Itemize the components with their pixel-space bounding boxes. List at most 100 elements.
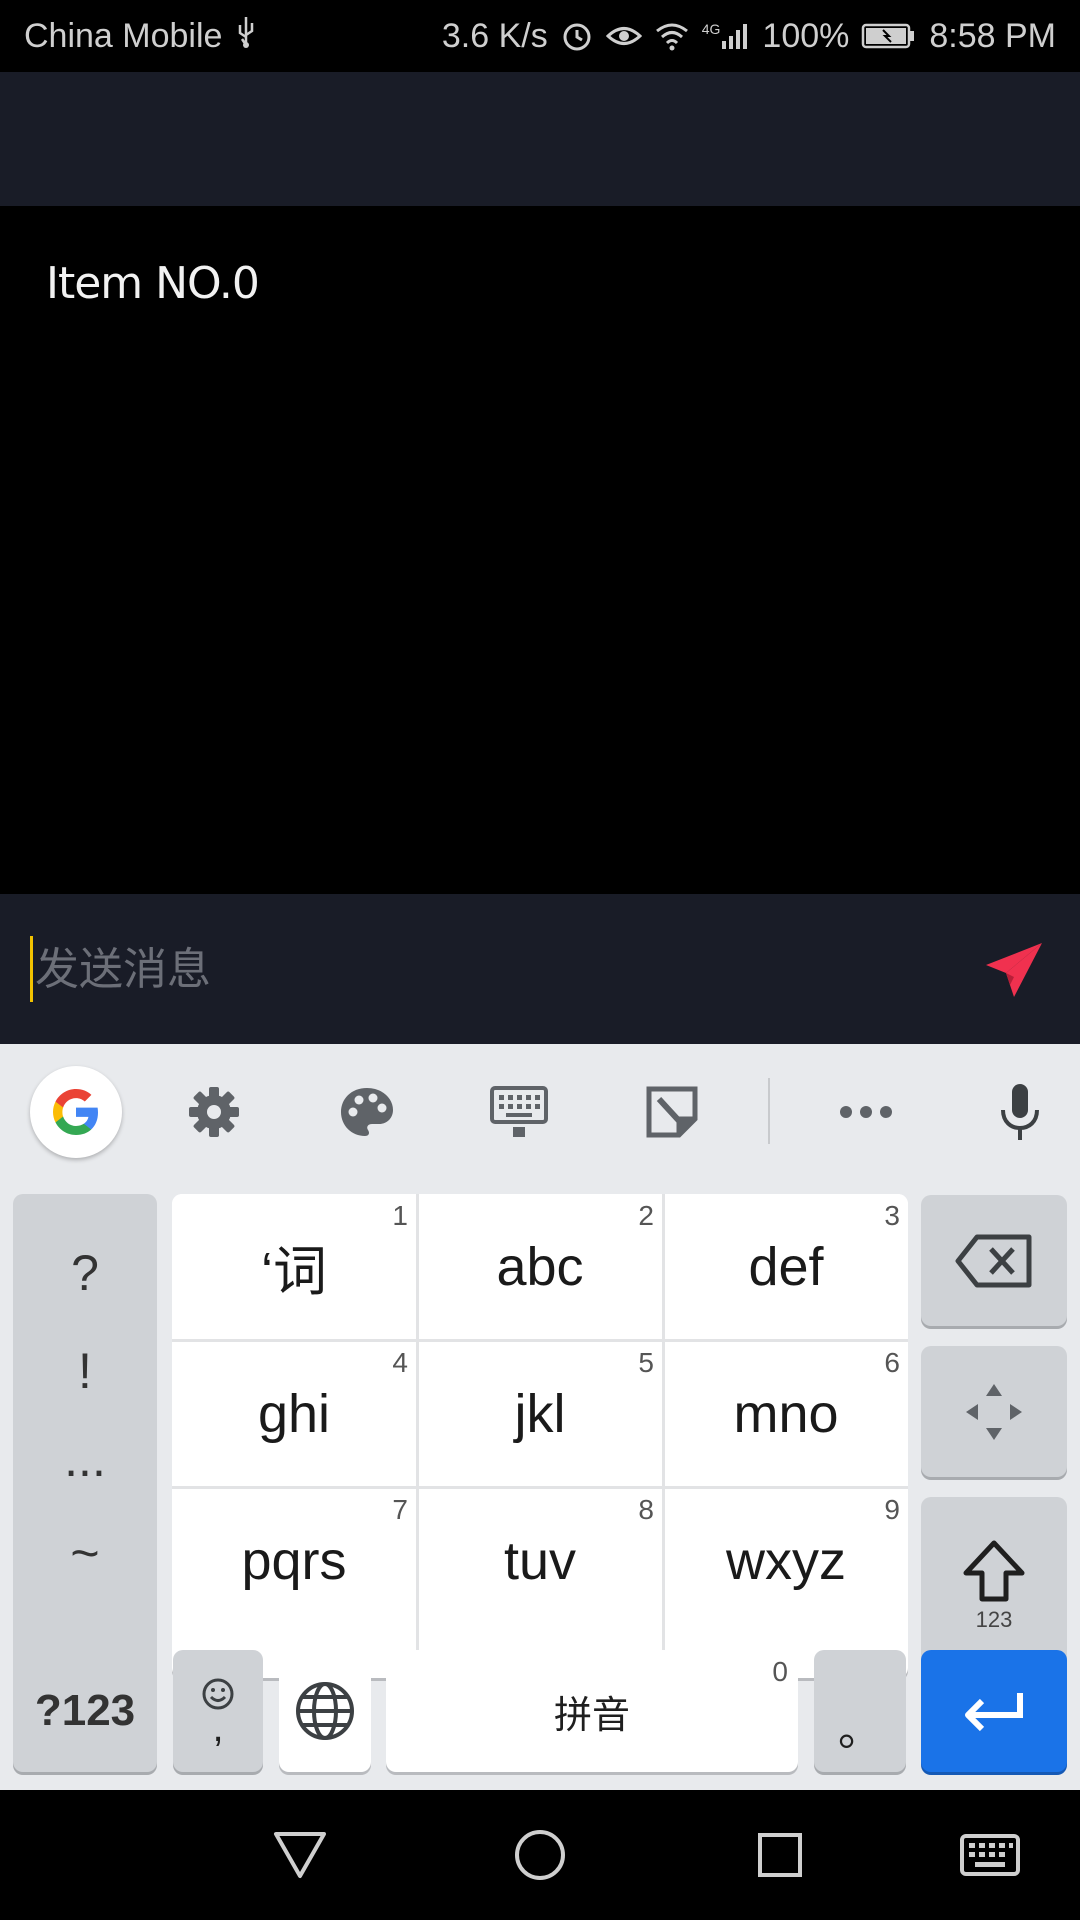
usb-icon (234, 15, 258, 58)
enter-button[interactable] (921, 1650, 1067, 1772)
theme-button[interactable] (321, 1066, 413, 1158)
eye-icon (605, 21, 642, 51)
recents-button[interactable] (745, 1820, 815, 1890)
space-label: 拼音 (553, 1694, 630, 1737)
grid-divider (662, 1194, 665, 1678)
app-header (0, 72, 1080, 206)
space-bar[interactable]: 拼音 0 (386, 1650, 798, 1772)
delete-button[interactable] (921, 1195, 1067, 1326)
language-button[interactable] (279, 1650, 371, 1772)
t9-key-number: 6 (884, 1347, 900, 1378)
clock: 8:58 PM (929, 16, 1056, 55)
t9-key-9[interactable]: wxyz 9 (664, 1488, 908, 1633)
t9-key-label: ghi (257, 1383, 331, 1444)
t9-key-1[interactable]: ‘词 1 (172, 1194, 416, 1339)
t9-key-label: abc (496, 1236, 584, 1297)
shift-arrow-icon (963, 1540, 1025, 1601)
message-input[interactable] (30, 936, 930, 1002)
message-composer (0, 894, 1080, 1044)
t9-key-2[interactable]: abc 2 (418, 1194, 662, 1339)
t9-key-4[interactable]: ghi 4 (172, 1341, 416, 1486)
signal-icon: 4G (702, 21, 751, 51)
t9-key-label: pqrs (241, 1530, 347, 1591)
globe-icon (296, 1682, 354, 1740)
keyboard-switch-button[interactable] (955, 1820, 1025, 1890)
home-button[interactable] (505, 1820, 575, 1890)
wifi-icon (654, 21, 690, 51)
t9-key-6[interactable]: mno 6 (664, 1341, 908, 1486)
status-right: 3.6 K/s 4G 100% 8:58 PM (442, 17, 1056, 56)
t9-key-label: def (748, 1236, 824, 1297)
t9-key-label: jkl (514, 1383, 566, 1444)
recents-icon (758, 1833, 802, 1877)
mode-switch-button[interactable]: ?123 (13, 1650, 157, 1772)
t9-key-number: 2 (638, 1200, 654, 1231)
comma-label: , (212, 1706, 224, 1750)
grid-divider (416, 1194, 419, 1678)
home-icon (515, 1830, 565, 1880)
t9-key-number: 9 (884, 1494, 900, 1525)
more-icon (840, 1106, 892, 1118)
t9-key-label: ‘词 (261, 1242, 327, 1302)
alarm-icon (560, 19, 594, 53)
google-button[interactable] (30, 1066, 122, 1158)
gear-icon (189, 1087, 239, 1137)
t9-keypad: ‘词 1 abc 2 def 3 ghi 4 jkl 5 mno 6 pqrs 7 tuv 8 … (172, 1194, 908, 1678)
back-button[interactable] (265, 1820, 335, 1890)
t9-key-number: 1 (392, 1200, 408, 1231)
t9-key-7[interactable]: pqrs 7 (172, 1488, 416, 1633)
shift-button[interactable]: 123 (921, 1497, 1067, 1674)
battery-percent: 100% (762, 16, 850, 55)
voice-input-button[interactable] (974, 1066, 1066, 1158)
symbol-key-question[interactable]: ? (13, 1244, 157, 1302)
t9-key-label: wxyz (726, 1530, 846, 1591)
cursor-move-button[interactable] (921, 1346, 1067, 1477)
keyboard-switch-icon (960, 1834, 1020, 1876)
carrier-name: China Mobile (24, 16, 223, 55)
t9-key-label: tuv (503, 1530, 577, 1591)
send-button[interactable] (982, 938, 1046, 1002)
navigation-bar (0, 1790, 1080, 1920)
t9-key-5[interactable]: jkl 5 (418, 1341, 662, 1486)
t9-key-number: 7 (392, 1494, 408, 1525)
symbol-column: ? ! ... ~ (13, 1194, 157, 1672)
t9-key-number: 4 (392, 1347, 408, 1378)
network-type: 4G (701, 21, 721, 37)
grid-divider (172, 1339, 908, 1342)
battery-icon (861, 22, 917, 50)
settings-button[interactable] (168, 1066, 260, 1158)
t9-key-label: mno (733, 1383, 839, 1444)
backspace-icon (955, 1234, 1032, 1287)
message-list: Item NO.0 (0, 206, 1080, 894)
shift-sublabel: 123 (975, 1606, 1013, 1632)
keyboard-icon (490, 1086, 548, 1137)
period-button[interactable]: 。 (814, 1650, 906, 1772)
google-icon (53, 1089, 98, 1135)
keyboard-layout-button[interactable] (473, 1066, 565, 1158)
symbol-key-exclamation[interactable]: ! (13, 1342, 157, 1400)
keyboard: ? ! ... ~ ‘词 1 abc 2 def 3 ghi 4 jkl 5 mno 6 p… (0, 1044, 1080, 1790)
status-left: China Mobile (24, 15, 258, 58)
toolbar-divider (768, 1078, 770, 1144)
t9-key-number: 3 (884, 1200, 900, 1231)
space-number: 0 (772, 1656, 788, 1687)
t9-key-number: 5 (638, 1347, 654, 1378)
microphone-icon (1001, 1084, 1039, 1140)
status-bar: China Mobile 3.6 K/s 4G 100% 8:58 PM (0, 0, 1080, 72)
keyboard-toolbar (0, 1044, 1080, 1174)
handwriting-button[interactable] (626, 1066, 718, 1158)
sticker-icon (646, 1086, 698, 1138)
t9-key-8[interactable]: tuv 8 (418, 1488, 662, 1633)
network-speed: 3.6 K/s (441, 16, 548, 55)
t9-key-3[interactable]: def 3 (664, 1194, 908, 1339)
palette-icon (341, 1088, 393, 1136)
list-item[interactable]: Item NO.0 (46, 258, 260, 309)
more-button[interactable] (820, 1066, 912, 1158)
t9-key-number: 8 (638, 1494, 654, 1525)
grid-divider (172, 1486, 908, 1489)
back-icon (274, 1832, 326, 1878)
emoji-comma-button[interactable]: , (173, 1650, 263, 1772)
symbol-key-tilde[interactable]: ~ (13, 1524, 157, 1582)
symbol-key-ellipsis[interactable]: ... (13, 1430, 157, 1488)
send-icon (986, 943, 1042, 997)
